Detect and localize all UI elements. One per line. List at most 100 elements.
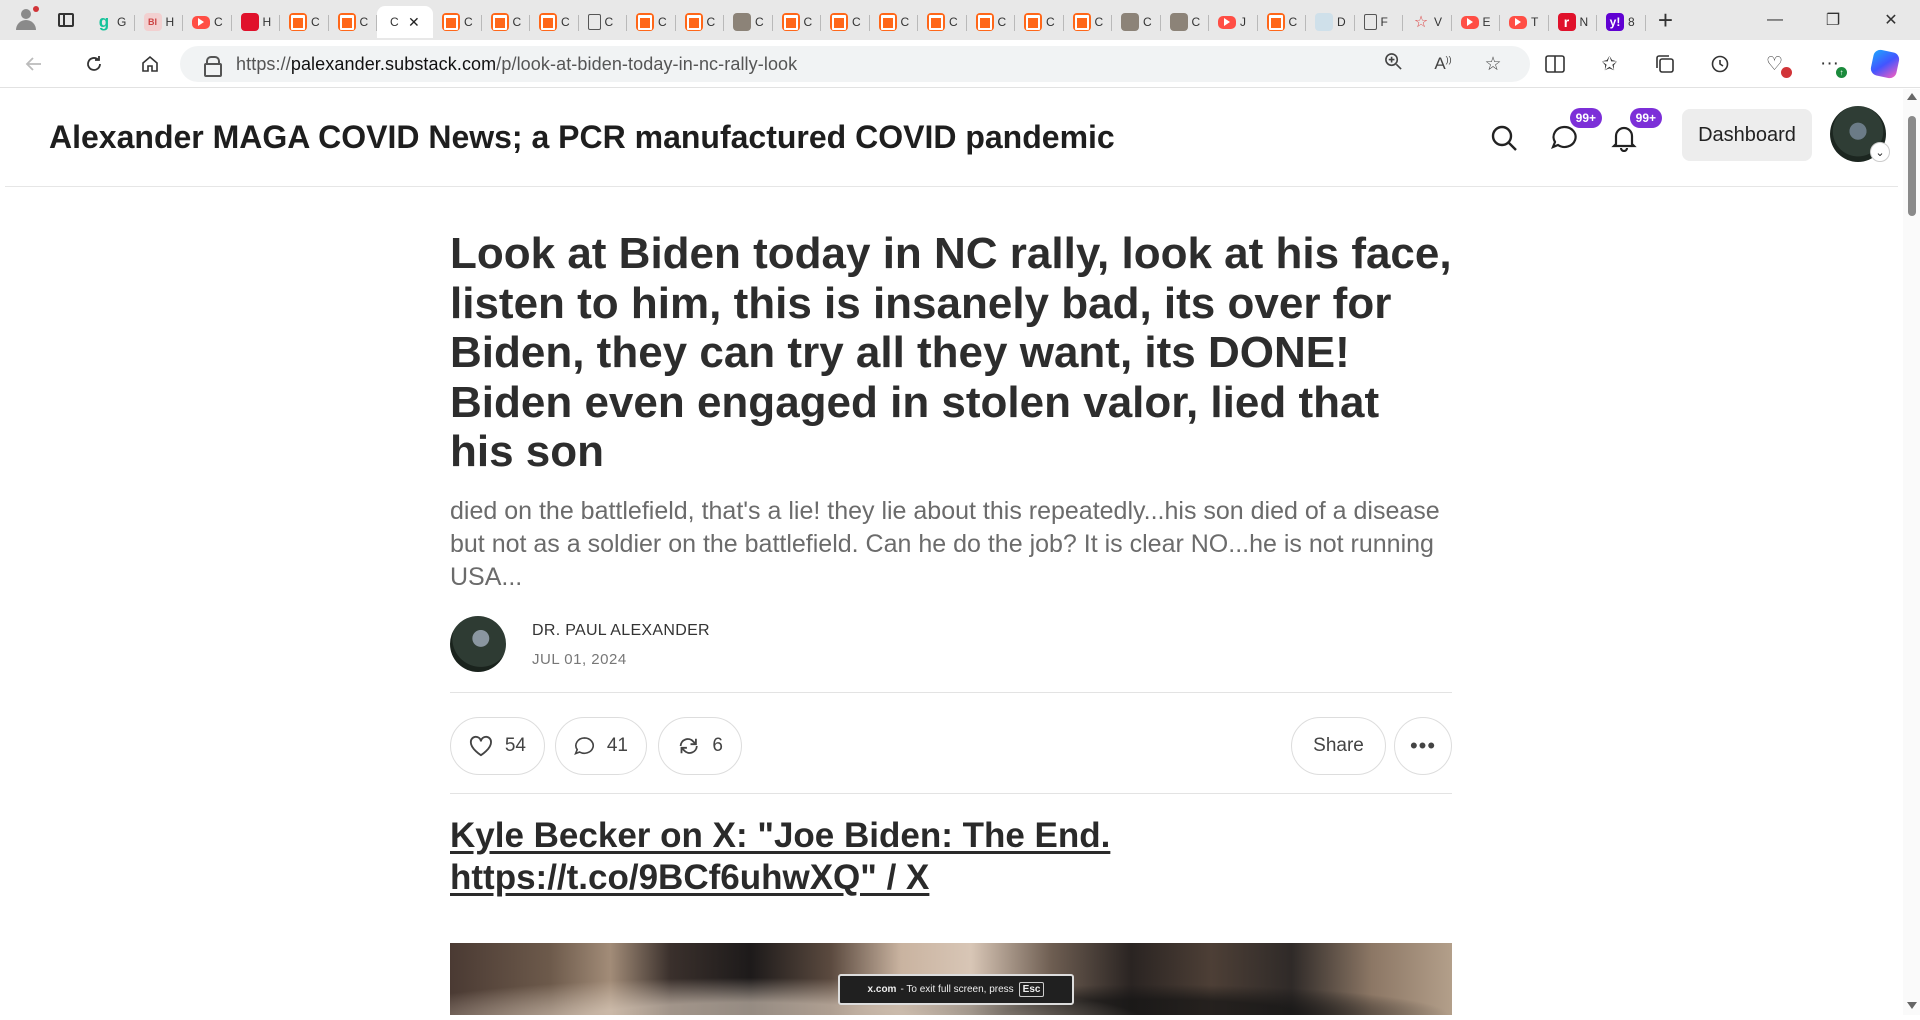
url-host: palexander.substack.com bbox=[290, 53, 497, 74]
notifications-button[interactable]: 99+ bbox=[1604, 108, 1662, 158]
grammarly-icon: g bbox=[98, 12, 110, 31]
author-name[interactable]: DR. PAUL ALEXANDER bbox=[532, 622, 710, 640]
toolbar-right: ✩ ♡ ··· ↑ bbox=[1527, 44, 1912, 84]
chat-badge: 99+ bbox=[1569, 108, 1602, 128]
browser-tab[interactable]: rN bbox=[1549, 6, 1598, 38]
profile-button[interactable] bbox=[0, 0, 46, 40]
restack-icon bbox=[679, 738, 698, 754]
settings-more-icon[interactable]: ··· ↑ bbox=[1802, 44, 1857, 84]
browser-tab[interactable]: H bbox=[232, 6, 281, 38]
tab-title: C bbox=[214, 15, 223, 29]
browser-tab[interactable]: C bbox=[1161, 6, 1210, 38]
tab-active[interactable]: C ✕ bbox=[377, 6, 433, 38]
browser-tab[interactable]: C bbox=[918, 6, 967, 38]
close-tab-icon[interactable]: ✕ bbox=[408, 14, 420, 31]
browser-tab[interactable]: C bbox=[579, 6, 628, 38]
tab-title: C bbox=[311, 15, 320, 29]
back-button[interactable] bbox=[14, 44, 54, 84]
browser-tab[interactable]: C bbox=[676, 6, 725, 38]
profile-alert-dot bbox=[33, 6, 39, 12]
browser-tab[interactable]: C bbox=[967, 6, 1016, 38]
search-button[interactable] bbox=[1484, 118, 1524, 158]
new-tab-button[interactable]: + bbox=[1646, 0, 1686, 40]
read-aloud-icon[interactable]: A)) bbox=[1418, 54, 1468, 74]
favorites-icon[interactable]: ✩ bbox=[1582, 44, 1637, 84]
home-button[interactable] bbox=[130, 44, 170, 84]
post-title: Look at Biden today in NC rally, look at… bbox=[450, 229, 1452, 476]
browser-tab[interactable]: C bbox=[821, 6, 870, 38]
substack-icon bbox=[684, 13, 703, 31]
lock-icon[interactable] bbox=[204, 56, 222, 77]
performance-icon[interactable]: ♡ bbox=[1747, 44, 1802, 84]
browser-tab[interactable]: C bbox=[482, 6, 531, 38]
browser-tab[interactable]: C bbox=[329, 6, 378, 38]
like-button[interactable]: 54 bbox=[450, 717, 545, 775]
profile-icon-body bbox=[16, 20, 36, 30]
browser-tab[interactable]: C bbox=[280, 6, 329, 38]
collections-icon[interactable] bbox=[1637, 44, 1692, 84]
restore-button[interactable]: ❐ bbox=[1804, 0, 1862, 40]
page-scrollbar[interactable] bbox=[1903, 89, 1920, 1015]
browser-tab[interactable]: BI H bbox=[135, 6, 184, 38]
author-avatar[interactable] bbox=[450, 616, 506, 672]
browser-tab[interactable]: J bbox=[1209, 6, 1258, 38]
scroll-down-icon[interactable] bbox=[1907, 1002, 1917, 1009]
scroll-up-icon[interactable] bbox=[1907, 93, 1917, 100]
browser-tab[interactable]: E bbox=[1452, 6, 1501, 38]
browser-tab[interactable]: C bbox=[773, 6, 822, 38]
refresh-button[interactable] bbox=[74, 44, 114, 84]
restack-button[interactable]: 6 bbox=[658, 717, 742, 775]
tab-title: C bbox=[1288, 15, 1298, 29]
scrollbar-thumb[interactable] bbox=[1908, 116, 1916, 216]
document-icon bbox=[1363, 14, 1377, 30]
minimize-button[interactable]: — bbox=[1746, 0, 1804, 40]
copilot-button[interactable] bbox=[1857, 44, 1912, 84]
publication-title[interactable]: Alexander MAGA COVID News; a PCR manufac… bbox=[49, 119, 1115, 156]
chat-button[interactable]: 99+ bbox=[1544, 108, 1602, 158]
divider bbox=[450, 793, 1452, 794]
dashboard-button[interactable]: Dashboard bbox=[1682, 109, 1812, 161]
browser-tab[interactable]: D bbox=[1306, 6, 1355, 38]
close-window-button[interactable]: ✕ bbox=[1862, 0, 1920, 40]
thumbnail-icon bbox=[1121, 13, 1139, 31]
browser-tab[interactable]: C bbox=[1112, 6, 1161, 38]
browser-toolbar: https://palexander.substack.com/p/look-a… bbox=[0, 40, 1920, 88]
address-bar[interactable]: https://palexander.substack.com/p/look-a… bbox=[180, 46, 1530, 82]
embed-link[interactable]: Kyle Becker on X: "Joe Biden: The End. h… bbox=[450, 815, 1452, 899]
substack-icon bbox=[1266, 13, 1285, 31]
share-button[interactable]: Share bbox=[1291, 717, 1386, 775]
thumbnail-icon bbox=[733, 13, 751, 31]
update-badge: ↑ bbox=[1836, 67, 1847, 78]
browser-tab[interactable]: C bbox=[870, 6, 919, 38]
tabs: g G BI H C H C C C ✕ C C C C C C C C C C C C C C C C J C D F ☆ V E Tr Ny! 8 bbox=[86, 0, 1646, 40]
user-avatar[interactable]: ⌄ bbox=[1830, 106, 1890, 162]
like-count: 54 bbox=[504, 735, 526, 756]
browser-tab[interactable]: y! 8 bbox=[1597, 6, 1646, 38]
more-options-button[interactable]: ••• bbox=[1394, 717, 1452, 775]
browser-tab[interactable]: gG bbox=[86, 6, 135, 38]
url-text[interactable]: https://palexander.substack.com/p/look-a… bbox=[236, 54, 797, 75]
browser-tab[interactable]: C bbox=[1258, 6, 1307, 38]
zoom-icon[interactable] bbox=[1368, 52, 1418, 77]
browser-tab[interactable]: C bbox=[1015, 6, 1064, 38]
document-icon bbox=[587, 14, 601, 30]
browser-tab[interactable]: C bbox=[724, 6, 773, 38]
browser-tab[interactable]: C bbox=[183, 6, 232, 38]
comments-button[interactable]: 41 bbox=[555, 717, 647, 775]
browser-tab[interactable]: C bbox=[1064, 6, 1113, 38]
tab-actions-button[interactable] bbox=[46, 0, 86, 40]
tab-title: H bbox=[262, 15, 272, 29]
browser-tab[interactable]: F bbox=[1355, 6, 1404, 38]
browser-tab[interactable]: T bbox=[1500, 6, 1549, 38]
browser-tab[interactable]: C bbox=[627, 6, 676, 38]
split-screen-icon[interactable] bbox=[1527, 44, 1582, 84]
tab-title: N bbox=[1579, 15, 1589, 29]
history-icon[interactable] bbox=[1692, 44, 1747, 84]
chat-icon bbox=[1551, 125, 1577, 149]
tab-actions-icon bbox=[58, 13, 74, 27]
browser-tab[interactable]: C bbox=[530, 6, 579, 38]
favorite-star-icon[interactable]: ☆ bbox=[1468, 53, 1518, 76]
browser-tab[interactable]: ☆ V bbox=[1403, 6, 1452, 38]
substack-icon bbox=[636, 13, 654, 31]
browser-tab[interactable]: C bbox=[433, 6, 482, 38]
